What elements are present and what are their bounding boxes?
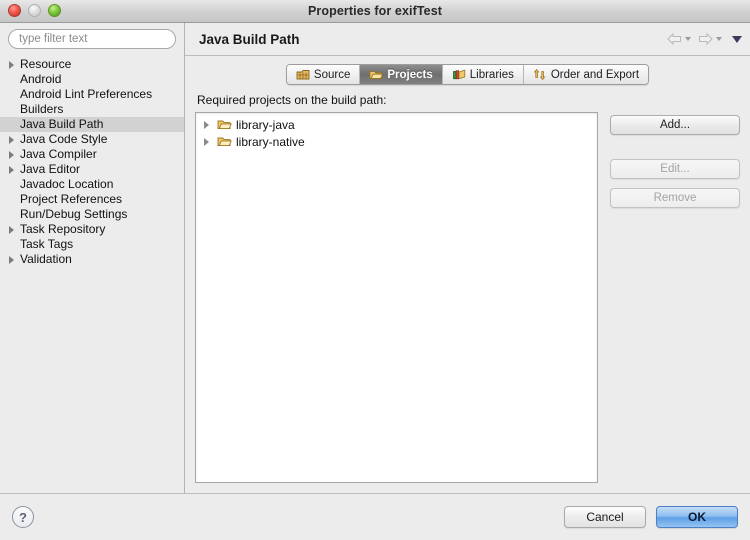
sidebar-item-android-lint-preferences[interactable]: Android Lint Preferences xyxy=(0,87,184,102)
settings-tree: Resource Android Android Lint Preferences B… xyxy=(0,56,184,493)
sidebar-item-java-compiler[interactable]: Java Compiler xyxy=(0,147,184,162)
sidebar-item-label: Validation xyxy=(20,252,72,266)
sidebar-item-javadoc-location[interactable]: Javadoc Location xyxy=(0,177,184,192)
expand-triangle-icon[interactable] xyxy=(204,121,217,129)
group-body: library-java library-native Add... Edit...… xyxy=(195,112,740,483)
sidebar-item-label: Builders xyxy=(20,102,64,116)
required-projects-list[interactable]: library-java library-native xyxy=(195,112,598,483)
sidebar-item-task-repository[interactable]: Task Repository xyxy=(0,222,184,237)
sidebar-item-validation[interactable]: Validation xyxy=(0,252,184,267)
filter-input[interactable] xyxy=(8,29,176,49)
expand-triangle-icon[interactable] xyxy=(8,166,20,174)
expand-triangle-icon[interactable] xyxy=(204,138,217,146)
sidebar-item-android[interactable]: Android xyxy=(0,72,184,87)
tab-label: Order and Export xyxy=(550,68,640,81)
project-name: library-java xyxy=(236,117,295,132)
forward-dropdown-caret-icon[interactable] xyxy=(716,37,722,41)
libraries-books-icon xyxy=(452,68,466,81)
sidebar-item-java-code-style[interactable]: Java Code Style xyxy=(0,132,184,147)
tab-libraries[interactable]: Libraries xyxy=(442,65,524,84)
sidebar-item-java-editor[interactable]: Java Editor xyxy=(0,162,184,177)
sidebar-item-label: Run/Debug Settings xyxy=(20,207,128,221)
minimize-button[interactable] xyxy=(28,4,41,17)
page-title: Java Build Path xyxy=(199,31,300,47)
expand-triangle-icon[interactable] xyxy=(8,226,20,234)
tab-order-and-export[interactable]: Order and Export xyxy=(523,65,649,84)
settings-sidebar: ResourceAndroidAndroid Lint PreferencesB… xyxy=(0,23,185,493)
footer-buttons: Cancel OK xyxy=(564,506,738,528)
remove-button: Remove xyxy=(610,188,740,208)
tab-label: Libraries xyxy=(469,68,514,81)
list-action-buttons: Add... Edit... Remove xyxy=(610,112,740,483)
sidebar-item-label: Android xyxy=(20,72,62,86)
expand-triangle-icon[interactable] xyxy=(8,151,20,159)
sidebar-item-label: Java Compiler xyxy=(20,147,97,161)
sidebar-item-label: Task Tags xyxy=(20,237,74,251)
forward-arrow-icon[interactable] xyxy=(698,33,713,45)
dialog-body: ResourceAndroidAndroid Lint PreferencesB… xyxy=(0,23,750,493)
sidebar-item-label: Java Editor xyxy=(20,162,81,176)
folder-icon xyxy=(217,135,236,148)
properties-dialog: Properties for exifTest ResourceAndroidA… xyxy=(0,0,750,540)
order-export-arrows-icon xyxy=(533,68,547,81)
add-button[interactable]: Add... xyxy=(610,115,740,135)
filter-container xyxy=(0,29,184,56)
project-list-item[interactable]: library-native xyxy=(196,133,597,150)
close-button[interactable] xyxy=(8,4,21,17)
tab-bar: Source Projects Libraries Order and Export xyxy=(195,64,740,85)
cancel-button[interactable]: Cancel xyxy=(564,506,646,528)
sidebar-item-task-tags[interactable]: Task Tags xyxy=(0,237,184,252)
sidebar-item-java-build-path[interactable]: Java Build Path xyxy=(0,117,184,132)
back-dropdown-caret-icon[interactable] xyxy=(685,37,691,41)
sidebar-item-label: Android Lint Preferences xyxy=(20,87,153,101)
sidebar-item-label: Task Repository xyxy=(20,222,106,236)
edit-button: Edit... xyxy=(610,159,740,179)
tab-projects[interactable]: Projects xyxy=(360,65,443,84)
dialog-footer: ? Cancel OK xyxy=(0,493,750,540)
expand-triangle-icon[interactable] xyxy=(8,136,20,144)
window-title: Properties for exifTest xyxy=(307,4,443,18)
folder-icon xyxy=(217,118,236,131)
sidebar-item-project-references[interactable]: Project References xyxy=(0,192,184,207)
sidebar-item-run-debug-settings[interactable]: Run/Debug Settings xyxy=(0,207,184,222)
sidebar-item-resource[interactable]: Resource xyxy=(0,57,184,72)
nav-icons xyxy=(667,33,742,45)
expand-triangle-icon[interactable] xyxy=(8,61,20,69)
group-label: Required projects on the build path: xyxy=(197,93,387,107)
view-menu-chevron-icon[interactable] xyxy=(732,35,742,43)
tab-label: Projects xyxy=(387,68,433,81)
sidebar-item-label: Javadoc Location xyxy=(20,177,114,191)
content-pane: Java Build Path Source Projects Librarie… xyxy=(185,23,750,493)
project-name: library-native xyxy=(236,134,305,149)
sidebar-item-label: Project References xyxy=(20,192,123,206)
window-controls xyxy=(8,4,61,17)
ok-button[interactable]: OK xyxy=(656,506,738,528)
help-icon[interactable]: ? xyxy=(12,506,34,528)
projects-folder-icon xyxy=(369,68,384,81)
expand-triangle-icon[interactable] xyxy=(8,256,20,264)
tab-label: Source xyxy=(313,68,351,81)
content-header: Java Build Path xyxy=(185,23,750,56)
zoom-button[interactable] xyxy=(48,4,61,17)
project-list-item[interactable]: library-java xyxy=(196,116,597,133)
sidebar-item-label: Resource xyxy=(20,57,72,71)
sidebar-item-label: Java Code Style xyxy=(20,132,108,146)
content-inner: Source Projects Libraries Order and Export … xyxy=(185,56,750,493)
sidebar-item-builders[interactable]: Builders xyxy=(0,102,184,117)
tab-source[interactable]: Source xyxy=(286,65,361,84)
source-package-icon xyxy=(296,68,310,81)
title-bar: Properties for exifTest xyxy=(0,0,750,23)
back-arrow-icon[interactable] xyxy=(667,33,682,45)
sidebar-item-label: Java Build Path xyxy=(20,117,104,131)
build-path-group: Required projects on the build path: lib… xyxy=(195,93,740,483)
